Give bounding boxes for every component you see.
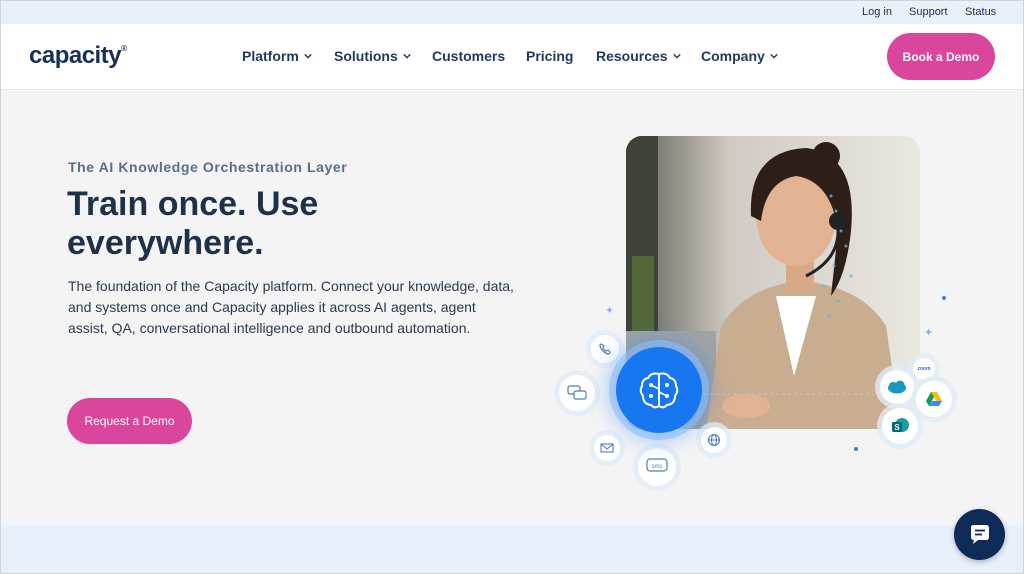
chat-widget-button[interactable] xyxy=(954,509,1005,560)
hero-body: The foundation of the Capacity platform.… xyxy=(68,278,514,336)
capacity-logo[interactable]: capacity® xyxy=(29,42,127,70)
phone-icon xyxy=(591,335,619,363)
zoom-label: zoom xyxy=(917,366,931,372)
chevron-down-icon xyxy=(672,53,681,59)
support-link[interactable]: Support xyxy=(909,6,948,18)
brain-icon xyxy=(616,347,702,433)
sharepoint-icon: S xyxy=(882,408,918,444)
chevron-down-icon xyxy=(403,53,411,59)
login-link[interactable]: Log in xyxy=(862,6,892,18)
decorative-dot xyxy=(854,447,858,451)
nav-customers-label: Customers xyxy=(432,48,506,64)
status-link[interactable]: Status xyxy=(965,6,996,18)
google-drive-icon xyxy=(916,381,952,417)
chevron-down-icon xyxy=(770,53,778,59)
zoom-icon: zoom xyxy=(913,358,935,380)
logo-text: capacity xyxy=(29,42,122,69)
nav-customers[interactable]: Customers xyxy=(432,48,505,64)
nav-solutions-label: Solutions xyxy=(334,48,398,64)
hero-eyebrow: The AI Knowledge Orchestration Layer xyxy=(68,159,348,175)
mail-icon xyxy=(594,435,620,461)
nav-resources[interactable]: Resources xyxy=(596,48,681,64)
chat-icon xyxy=(559,375,595,411)
utility-bar: Log in Support Status xyxy=(1,1,1023,24)
nav-resources-label: Resources xyxy=(596,48,668,64)
sharepoint-label: S xyxy=(894,423,900,432)
sparkle-icon: ✦ xyxy=(924,327,934,339)
nav-company-label: Company xyxy=(701,48,765,64)
request-demo-button[interactable]: Request a Demo xyxy=(67,398,192,444)
nav-pricing[interactable]: Pricing xyxy=(526,48,573,64)
salesforce-icon xyxy=(880,370,914,404)
next-section-band xyxy=(1,525,1023,573)
sms-icon: sms xyxy=(638,448,676,486)
nav-solutions[interactable]: Solutions xyxy=(334,48,411,64)
book-demo-button[interactable]: Book a Demo xyxy=(887,33,995,80)
sms-label: sms xyxy=(652,464,663,470)
nav-company[interactable]: Company xyxy=(701,48,778,64)
main-nav: capacity® Platform Solutions Customers P… xyxy=(1,24,1023,90)
registered-mark: ® xyxy=(121,44,127,53)
nav-pricing-label: Pricing xyxy=(526,48,574,64)
nav-platform-label: Platform xyxy=(242,48,299,64)
globe-icon xyxy=(701,427,727,453)
chevron-down-icon xyxy=(304,53,312,59)
hero-headline: Train once. Use everywhere. xyxy=(67,185,319,262)
nav-platform[interactable]: Platform xyxy=(242,48,312,64)
decorative-dot xyxy=(942,296,946,300)
chat-widget-icon xyxy=(970,524,989,544)
sparkle-icon: ✦ xyxy=(605,305,615,317)
page-frame: Log in Support Status capacity® Platform… xyxy=(0,0,1024,574)
